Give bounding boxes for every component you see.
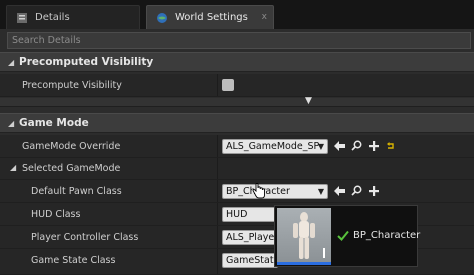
category-game-mode[interactable]: ◢ Game Mode [0, 113, 474, 133]
precompute-visibility-label: Precompute Visibility [22, 80, 122, 91]
gamemode-override-combo[interactable]: ALS_GameMode_SP ▼ [222, 139, 328, 154]
gamemode-override-value: ALS_GameMode_SP [226, 141, 320, 152]
player-controller-class-value: ALS_Player [226, 232, 278, 243]
close-icon[interactable]: x [262, 12, 267, 22]
hand-cursor-icon [252, 183, 266, 202]
column-divider[interactable] [217, 226, 218, 248]
game-state-class-label: Game State Class [31, 255, 116, 266]
chevron-down-icon: ▼ [317, 142, 324, 151]
default-pawn-class-label: Default Pawn Class [31, 186, 122, 197]
column-divider[interactable] [217, 180, 218, 202]
tab-bar: Details World Settings x [0, 0, 474, 29]
property-row: Precompute Visibility [0, 74, 474, 97]
column-divider[interactable] [217, 203, 218, 225]
checkmark-icon [337, 230, 349, 244]
asset-tools [333, 139, 397, 152]
tab-details-label: Details [35, 12, 70, 23]
game-state-class-combo[interactable]: GameState [222, 253, 278, 268]
expand-arrow-icon[interactable]: ▼ [305, 96, 312, 106]
column-divider[interactable] [217, 74, 218, 96]
chevron-down-icon: ▼ [317, 187, 324, 196]
column-divider[interactable] [217, 249, 218, 274]
use-selected-arrow-icon[interactable] [333, 184, 346, 197]
use-selected-arrow-icon[interactable] [333, 139, 346, 152]
browse-magnifier-icon[interactable] [350, 139, 363, 152]
hud-class-combo[interactable]: HUD [222, 207, 278, 222]
collapse-triangle-icon[interactable]: ◢ [8, 119, 14, 128]
search-input[interactable]: Search Details [7, 32, 471, 49]
details-icon [15, 11, 29, 25]
tab-details[interactable]: Details [6, 5, 140, 29]
precompute-visibility-checkbox[interactable] [222, 79, 234, 91]
add-plus-icon[interactable] [367, 139, 380, 152]
column-divider[interactable] [217, 135, 218, 157]
tooltip-asset-name: BP_Character [353, 230, 421, 241]
selected-gamemode-label: Selected GameMode [22, 163, 121, 174]
category-title: Game Mode [19, 117, 89, 129]
category-title: Precomputed Visibility [19, 56, 154, 68]
column-divider[interactable] [217, 158, 218, 179]
add-plus-icon[interactable] [367, 184, 380, 197]
property-row: ◢ Selected GameMode [0, 158, 474, 180]
category-precomputed-visibility[interactable]: ◢ Precomputed Visibility [0, 52, 474, 72]
property-row: GameMode Override ALS_GameMode_SP ▼ [0, 135, 474, 158]
collapse-triangle-icon[interactable]: ◢ [8, 58, 14, 67]
default-pawn-class-combo[interactable]: BP_Character ▼ [222, 184, 328, 199]
advanced-expander[interactable]: ▼ [0, 96, 474, 107]
browse-magnifier-icon[interactable] [350, 184, 363, 197]
tab-world-settings-label: World Settings [175, 12, 248, 23]
hud-class-label: HUD Class [31, 209, 81, 220]
property-row: Default Pawn Class BP_Character ▼ [0, 180, 474, 203]
asset-tools [333, 184, 380, 197]
reset-to-default-icon[interactable] [384, 139, 397, 152]
player-controller-class-label: Player Controller Class [31, 232, 139, 243]
tab-world-settings[interactable]: World Settings x [146, 5, 274, 29]
gamemode-override-label: GameMode Override [22, 141, 121, 152]
asset-tooltip: BP_Character [274, 205, 421, 267]
collapse-triangle-icon[interactable]: ◢ [10, 163, 16, 172]
hud-class-value: HUD [226, 209, 248, 220]
globe-icon [155, 11, 169, 25]
player-controller-class-combo[interactable]: ALS_Player [222, 230, 278, 245]
character-thumbnail [277, 208, 331, 265]
game-state-class-value: GameState [226, 255, 278, 266]
